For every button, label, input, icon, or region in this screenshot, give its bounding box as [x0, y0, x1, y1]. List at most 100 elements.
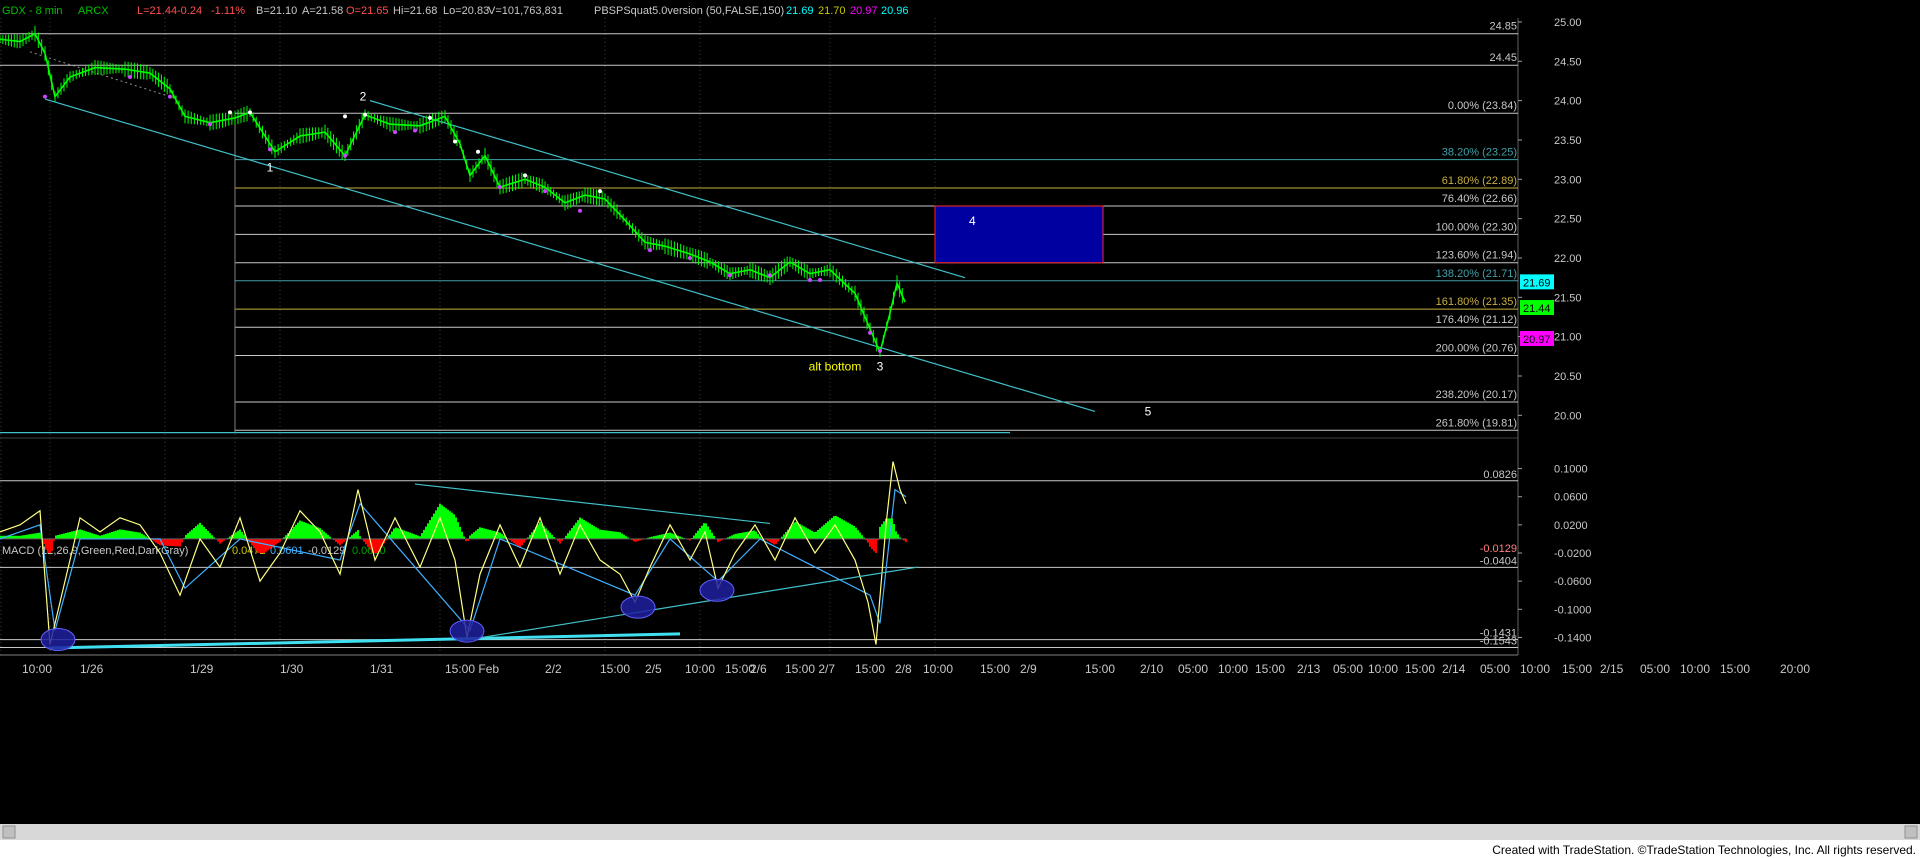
last-price: L=21.44 [137, 5, 177, 17]
pivot-dot-white [248, 110, 252, 115]
tradestation-chart: GDX - 8 min ARCX L=21.44 -0.24 -1.11% B=… [0, 0, 1920, 858]
pivot-dot [543, 189, 547, 194]
macd-level-label: 0.0826 [1483, 469, 1517, 481]
macd-tick-label: 0.0600 [1554, 492, 1588, 504]
fib-label: 61.80% (22.89) [1442, 175, 1517, 187]
footer-credit: Created with TradeStation. ©TradeStation… [1492, 843, 1916, 857]
pivot-dot [878, 348, 882, 353]
fib-label: 261.80% (19.81) [1436, 417, 1517, 429]
horizontal-level-label: 24.85 [1489, 21, 1517, 33]
price-tick-label: 20.00 [1554, 410, 1582, 422]
change-pct: -1.11% [211, 5, 245, 17]
time-tick-label: 10:00 [1520, 662, 1550, 676]
pivot-dot-white [343, 114, 347, 119]
macd-current-label: -0.0129 [1480, 543, 1517, 555]
price-tick-label: 24.50 [1554, 56, 1582, 68]
pivot-dot-white [476, 149, 480, 154]
pivot-dot [578, 208, 582, 213]
time-tick-label: 2/13 [1297, 662, 1321, 676]
time-tick-label: 05:00 [1640, 662, 1670, 676]
pivot-dot-white [523, 173, 527, 178]
macd-tick-label: 0.0200 [1554, 520, 1588, 532]
macd-tick-label: 0.1000 [1554, 464, 1588, 476]
pivot-dot-white [228, 110, 232, 115]
fib-label: 100.00% (22.30) [1436, 221, 1517, 233]
price-tags: 21.69 21.44 20.97 [1520, 274, 1554, 347]
time-tick-label: 15:00 [1562, 662, 1592, 676]
horizontal-scrollbar[interactable] [0, 824, 1920, 840]
time-tick-label: 2/9 [1020, 662, 1037, 676]
bid-value: B=21.10 [256, 5, 297, 17]
time-tick-label: 2/10 [1140, 662, 1164, 676]
wave-label: alt bottom [809, 359, 862, 373]
time-tick-label: 15:00 [1255, 662, 1285, 676]
price-tick-label: 25.00 [1554, 17, 1582, 29]
pivot-dot [43, 94, 47, 99]
time-tick-label: 15:00 [855, 662, 885, 676]
pivot-dot [393, 130, 397, 135]
time-tick-label: 2/2 [545, 662, 562, 676]
pivot-dot [728, 273, 732, 278]
symbol-label: GDX - 8 min [2, 5, 63, 17]
fib-label: 76.40% (22.66) [1442, 193, 1517, 205]
horizontal-level-label: 24.45 [1489, 52, 1517, 64]
fib-label: 161.80% (21.35) [1436, 296, 1517, 308]
macd-tick-label: -0.1000 [1554, 604, 1591, 616]
time-tick-label: 10:00 [1680, 662, 1710, 676]
macd-ellipse [449, 619, 485, 643]
time-tick-label: 1/30 [280, 662, 304, 676]
pivot-dot [413, 128, 417, 133]
macd-ellipse [699, 578, 735, 602]
low-value: Lo=20.83 [443, 5, 489, 17]
time-tick-label: 05:00 [1178, 662, 1208, 676]
macd-tick-label: -0.1400 [1554, 632, 1591, 644]
volume-value: V=101,763,831 [488, 5, 563, 17]
time-tick-label: 2/14 [1442, 662, 1466, 676]
time-tick-label: 15:00 [1085, 662, 1115, 676]
chart-header: GDX - 8 min ARCX L=21.44 -0.24 -1.11% B=… [2, 5, 909, 17]
pivot-dot [168, 94, 172, 99]
price-tick-label: 23.00 [1554, 174, 1582, 186]
pivot-dot [268, 147, 272, 152]
time-tick-label: 10:00 [22, 662, 52, 676]
price-tick-label: 21.50 [1554, 292, 1582, 304]
wave-4-target-box: 4 [934, 205, 1104, 264]
pivot-dot [128, 75, 132, 80]
pivot-dot [688, 255, 692, 260]
pivot-dot [768, 273, 772, 278]
macd-tick-label: -0.0200 [1554, 548, 1591, 560]
macd-level-label: -0.0404 [1480, 555, 1517, 567]
price-tag-label: 21.44 [1523, 303, 1551, 315]
price-tick-label: 22.00 [1554, 253, 1582, 265]
fib-label: 138.20% (21.71) [1436, 268, 1517, 280]
time-tick-label: 10:00 [685, 662, 715, 676]
indicator-value-2: 21.70 [818, 5, 846, 17]
ask-value: A=21.58 [302, 5, 343, 17]
time-tick-label: 2/5 [645, 662, 662, 676]
indicator-value-1: 21.69 [786, 5, 814, 17]
time-tick-label: 2/6 [750, 662, 767, 676]
price-tick-label: 21.00 [1554, 332, 1582, 344]
price-tick-label: 24.00 [1554, 96, 1582, 108]
time-tick-label: 1/31 [370, 662, 394, 676]
time-tick-label: 15:00 [980, 662, 1010, 676]
price-tag-label: 20.97 [1523, 334, 1551, 346]
pivot-dot [808, 278, 812, 283]
scroll-right-button[interactable] [1904, 825, 1918, 839]
fib-label: 123.60% (21.94) [1436, 250, 1517, 262]
time-tick-label: 15:00 Feb [445, 662, 499, 676]
time-tick-label: 1/26 [80, 662, 104, 676]
pivot-dot-white [363, 112, 367, 117]
price-tick-label: 20.50 [1554, 371, 1582, 383]
scroll-left-button[interactable] [2, 825, 16, 839]
time-tick-label: 10:00 [923, 662, 953, 676]
target-box-rect [934, 205, 1104, 264]
wave-label: 5 [1145, 404, 1152, 418]
wave-label: 2 [360, 90, 367, 104]
time-tick-label: 15:00 [1405, 662, 1435, 676]
fib-label: 200.00% (20.76) [1436, 343, 1517, 355]
pivot-dot [648, 248, 652, 253]
fib-label: 238.20% (20.17) [1436, 389, 1517, 401]
exchange-label: ARCX [78, 5, 109, 17]
indicator-value-3: 20.97 [850, 5, 878, 17]
